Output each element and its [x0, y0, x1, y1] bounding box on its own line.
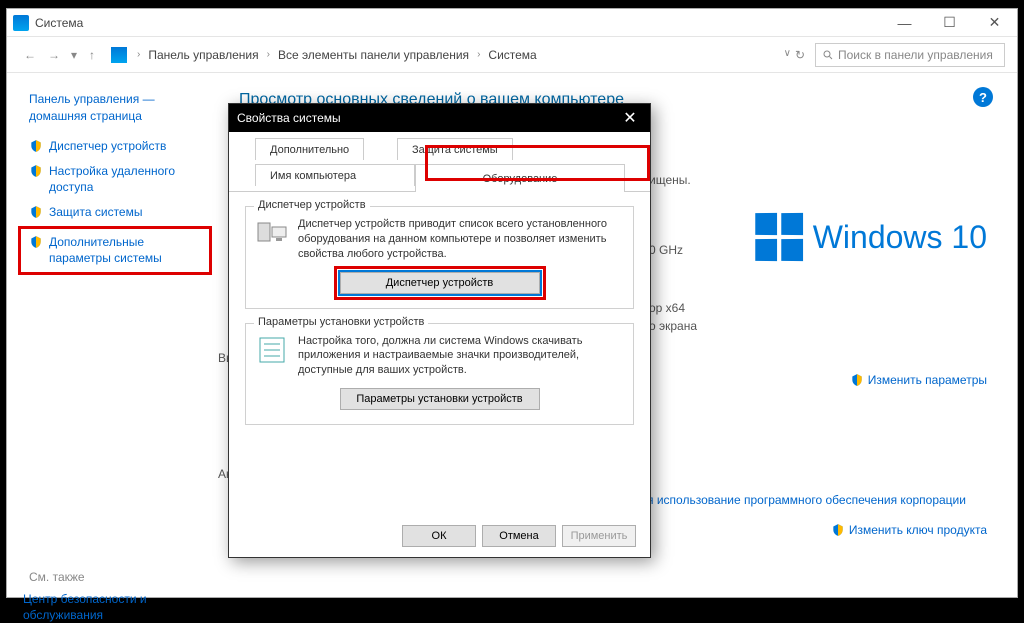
refresh-icon[interactable]: ↻	[795, 48, 805, 62]
windows-brand-text: Windows 10	[813, 219, 987, 256]
windows-logo: Windows 10	[755, 213, 987, 261]
breadcrumb-icon	[111, 47, 127, 63]
maximize-button[interactable]: ☐	[927, 9, 972, 37]
sidebar-item-label: Защита системы	[49, 205, 142, 221]
minimize-button[interactable]: —	[882, 9, 927, 37]
system-icon	[13, 15, 29, 31]
search-icon	[822, 49, 834, 61]
sidebar-item-advanced[interactable]: Дополнительные параметры системы	[23, 231, 207, 270]
search-placeholder: Поиск в панели управления	[838, 48, 993, 62]
tabs: Дополнительно Защита системы Имя компьют…	[229, 138, 650, 192]
install-settings-group: Параметры установки устройств Настройка …	[245, 323, 634, 426]
help-icon[interactable]: ?	[973, 87, 993, 107]
group-text: Настройка того, должна ли система Window…	[298, 334, 623, 379]
license-link[interactable]: я использование программного обеспечения…	[647, 493, 966, 507]
install-settings-icon	[256, 334, 288, 366]
dialog-titlebar: Свойства системы ✕	[229, 104, 650, 132]
device-manager-group: Диспетчер устройств Диспетчер устройств …	[245, 206, 634, 309]
shield-icon	[850, 373, 864, 387]
partial-text: о экрана	[649, 319, 697, 333]
toolbar: ← → ▾ ↑ › Панель управления › Все элемен…	[7, 37, 1017, 73]
group-title: Диспетчер устройств	[254, 199, 370, 211]
chevron-icon: ›	[267, 49, 270, 60]
dialog-title: Свойства системы	[237, 111, 341, 125]
change-settings-link[interactable]: Изменить параметры	[850, 373, 987, 387]
dialog-buttons: ОК Отмена Применить	[402, 525, 636, 547]
see-also-security-center[interactable]: Центр безопасности и обслуживания	[23, 592, 207, 623]
sidebar-item-label: Дополнительные параметры системы	[49, 235, 201, 266]
breadcrumb-item[interactable]: Все элементы панели управления	[276, 46, 471, 64]
panel-home-link[interactable]: Панель управления — домашняя страница	[29, 91, 155, 125]
system-properties-dialog: Свойства системы ✕ Дополнительно Защита …	[228, 103, 651, 558]
search-input[interactable]: Поиск в панели управления	[815, 43, 1005, 67]
group-title: Параметры установки устройств	[254, 316, 428, 328]
sidebar-item-protection[interactable]: Защита системы	[29, 205, 207, 221]
windows-squares-icon	[755, 213, 803, 261]
sidebar-item-remote[interactable]: Настройка удаленного доступа	[29, 164, 207, 195]
history-dropdown[interactable]: ▾	[67, 44, 81, 66]
change-product-key-link[interactable]: Изменить ключ продукта	[831, 523, 987, 537]
cancel-button[interactable]: Отмена	[482, 525, 556, 547]
dialog-close-button[interactable]: ✕	[618, 106, 642, 130]
tab-protection[interactable]: Защита системы	[397, 138, 513, 160]
sidebar: Панель управления — домашняя страница Ди…	[7, 73, 217, 597]
breadcrumb-item[interactable]: Система	[486, 46, 538, 64]
shield-icon	[29, 164, 43, 178]
sidebar-item-label: Настройка удаленного доступа	[49, 164, 207, 195]
sidebar-item-label: Диспетчер устройств	[49, 139, 166, 155]
breadcrumb-item[interactable]: Панель управления	[146, 46, 260, 64]
partial-text: ор x64	[649, 301, 685, 315]
shield-icon	[29, 139, 43, 153]
sidebar-item-label: Центр безопасности и обслуживания	[23, 592, 207, 623]
window-title: Система	[35, 16, 83, 30]
tab-advanced[interactable]: Дополнительно	[255, 138, 364, 160]
ok-button[interactable]: ОК	[402, 525, 476, 547]
titlebar: Система — ☐ ✕	[7, 9, 1017, 37]
chevron-icon: ›	[137, 49, 140, 60]
partial-text: 0 GHz	[649, 243, 683, 257]
device-manager-button[interactable]: Диспетчер устройств	[340, 272, 540, 294]
shield-icon	[29, 235, 43, 249]
address-dropdown-icon[interactable]: ∨	[784, 48, 791, 62]
install-settings-button[interactable]: Параметры установки устройств	[340, 388, 540, 410]
up-button[interactable]: ↑	[83, 46, 101, 64]
see-also-heading: См. также	[29, 570, 207, 584]
tab-computer-name[interactable]: Имя компьютера	[255, 164, 415, 186]
shield-icon	[29, 205, 43, 219]
partial-text: ищены.	[649, 173, 691, 187]
tab-hardware[interactable]: Оборудование	[415, 164, 625, 192]
group-text: Диспетчер устройств приводит список всег…	[298, 217, 623, 262]
sidebar-item-device-manager[interactable]: Диспетчер устройств	[29, 139, 207, 155]
back-button[interactable]: ←	[19, 44, 41, 66]
shield-icon	[831, 523, 845, 537]
device-manager-icon	[256, 217, 288, 249]
apply-button[interactable]: Применить	[562, 525, 636, 547]
chevron-icon: ›	[477, 49, 480, 60]
forward-button[interactable]: →	[43, 44, 65, 66]
close-button[interactable]: ✕	[972, 9, 1017, 37]
